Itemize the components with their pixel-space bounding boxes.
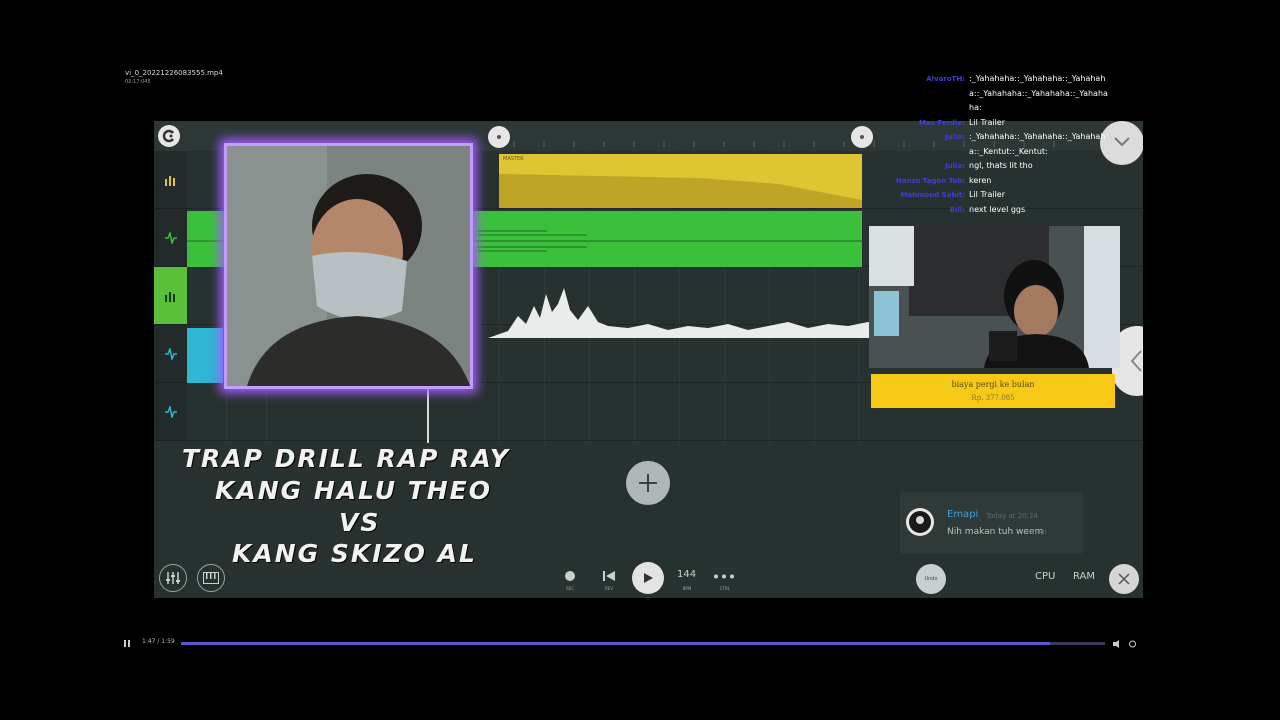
plus-icon	[639, 474, 657, 492]
chat-row-username: Julia:	[945, 133, 965, 141]
chat-row: a::_Kentut::_Kentut:	[880, 145, 1142, 160]
chat-row-text: next level ggs	[969, 204, 1026, 214]
donation-alert: biaya pergi ke bulan Rp. 377.085	[871, 374, 1115, 408]
chat-username: Emapi	[947, 509, 979, 520]
chat-row-text: ha:	[969, 103, 982, 112]
app-logo-icon	[162, 129, 174, 143]
avatar	[906, 508, 934, 536]
undo-button[interactable]: Undo	[916, 564, 946, 594]
record-label: REC	[565, 586, 575, 591]
chat-row-username: Mas Ferdie:	[919, 118, 965, 127]
donation-title: biaya pergi ke bulan	[951, 380, 1035, 389]
waveform-icon	[164, 231, 177, 244]
settings-icon[interactable]	[1128, 640, 1137, 648]
track-master-button[interactable]	[154, 151, 187, 209]
chat-row: Mahmoud Sabit: Lil Trailer	[880, 188, 1142, 203]
live-chat-overlay: AlvaroTH::_Yahahaha::_Yahahaha::_Yahahah…	[880, 72, 1142, 217]
video-title-line-2: KANG HALU THEO	[215, 476, 493, 505]
master-automation-clip[interactable]: MASTER	[499, 154, 862, 208]
performer-photo-frame	[224, 143, 473, 389]
marker-icon	[860, 135, 864, 139]
video-file-subtitle: 02:17:045	[125, 79, 151, 85]
cpu-meter[interactable]: CPU	[1035, 571, 1055, 582]
automation-curve	[499, 174, 862, 208]
webcam-image	[869, 226, 1120, 368]
chat-row-text: a::_Kentut::_Kentut:	[969, 146, 1048, 156]
app-menu-button[interactable]	[158, 125, 180, 147]
mixer-button[interactable]	[159, 564, 187, 592]
waveform-icon	[164, 347, 177, 360]
chat-row-username: Bill:	[949, 205, 965, 214]
rewind-icon[interactable]	[602, 570, 616, 582]
streamer-webcam	[869, 226, 1120, 368]
ctrl-label: CTRL	[719, 586, 731, 591]
seek-bar-progress	[181, 642, 1050, 645]
chat-row-username	[880, 145, 969, 160]
chat-row: AlvaroTH: :_Yahahaha::_Yahahaha::_Yahahah	[880, 72, 1142, 87]
mixer-icon	[166, 572, 180, 584]
close-icon	[1118, 573, 1130, 585]
video-title-line-1: TRAP DRILL RAP RAY	[182, 444, 511, 473]
chat-row-text: Lil Trailer	[969, 190, 1006, 199]
chat-row-username: AlvaroTH:	[926, 75, 965, 83]
chat-notification[interactable]: Emapi Today at 20:24 Nih makan tuh weem …	[900, 492, 1083, 554]
chat-row: Bill: next level ggs	[880, 203, 1142, 218]
add-track-button[interactable]	[626, 461, 670, 505]
chat-row: ha:	[880, 101, 1142, 116]
chat-row: Mas Ferdie: Lil Trailer	[880, 116, 1142, 131]
piano-button[interactable]	[197, 564, 225, 592]
chat-row-text: a::_Yahahaha::_Yahahaha::_Yahaha	[969, 88, 1108, 98]
video-title-line-4: KANG SKIZO AL	[232, 539, 477, 568]
bpm-label: BPM	[682, 586, 692, 591]
avatar-image-icon	[909, 511, 931, 533]
chat-row: Julia: :_Yahahaha::_Yahahaha::_Yahahah	[880, 130, 1142, 145]
video-title-line-3: VS	[339, 508, 381, 537]
level-bars-icon	[164, 291, 175, 302]
track-audio-button-3[interactable]	[154, 383, 187, 441]
chevron-left-icon	[1130, 350, 1142, 372]
video-file-title: vi_0_20221226083555.mp4	[125, 69, 223, 77]
track-audio-button[interactable]	[154, 209, 187, 267]
level-bars-icon	[164, 175, 175, 186]
chat-row: Julia: ngl, thats lit tho	[880, 159, 1142, 174]
playback-time: 1:47 / 1:59	[142, 638, 175, 645]
chat-timestamp: Today at 20:24	[986, 512, 1038, 520]
chat-row-username: Julia:	[945, 162, 965, 170]
rewind-label: REV	[604, 586, 614, 591]
chat-row-text: :_Yahahaha::_Yahahaha::_Yahahah	[969, 74, 1106, 83]
record-button[interactable]	[565, 571, 575, 581]
bpm-value[interactable]: 144	[677, 569, 696, 580]
more-options-icon[interactable]	[713, 574, 735, 579]
chat-row-username: Hanzo Tagon Tab:	[895, 176, 965, 185]
audio-clip-cyan[interactable]	[187, 328, 223, 383]
waveform-icon	[164, 405, 177, 418]
loop-end-marker[interactable]	[851, 126, 873, 148]
donation-amount: Rp. 377.085	[971, 394, 1015, 402]
chat-row-text: keren	[969, 175, 992, 185]
chat-row-username: Mahmoud Sabit:	[900, 191, 965, 199]
chat-row-text: Lil Trailer	[969, 117, 1006, 127]
performer-photo	[227, 146, 470, 386]
volume-icon[interactable]	[1113, 640, 1122, 648]
close-button[interactable]	[1109, 564, 1139, 594]
ram-meter[interactable]: RAM	[1073, 571, 1095, 582]
pause-icon[interactable]	[124, 640, 132, 647]
chat-row-username	[880, 101, 969, 116]
video-player-controls: 1:47 / 1:59	[124, 637, 1140, 651]
chat-row: a::_Yahahaha::_Yahahaha::_Yahaha	[880, 87, 1142, 102]
chat-row-text: :_Yahahaha::_Yahahaha::_Yahahah	[969, 132, 1106, 141]
track-audio-button-2[interactable]	[154, 325, 187, 383]
chat-row-text: ngl, thats lit tho	[969, 161, 1033, 170]
loop-start-marker[interactable]	[488, 126, 510, 148]
chat-row: Hanzo Tagon Tab: keren	[880, 174, 1142, 189]
piano-icon	[203, 572, 219, 584]
play-icon	[644, 573, 653, 583]
play-button[interactable]	[632, 562, 664, 594]
track-instrument-button[interactable]	[154, 267, 187, 325]
marker-icon	[497, 135, 501, 139]
chat-edited-tag: (edited)	[1023, 529, 1047, 536]
chat-row-username	[880, 87, 969, 102]
